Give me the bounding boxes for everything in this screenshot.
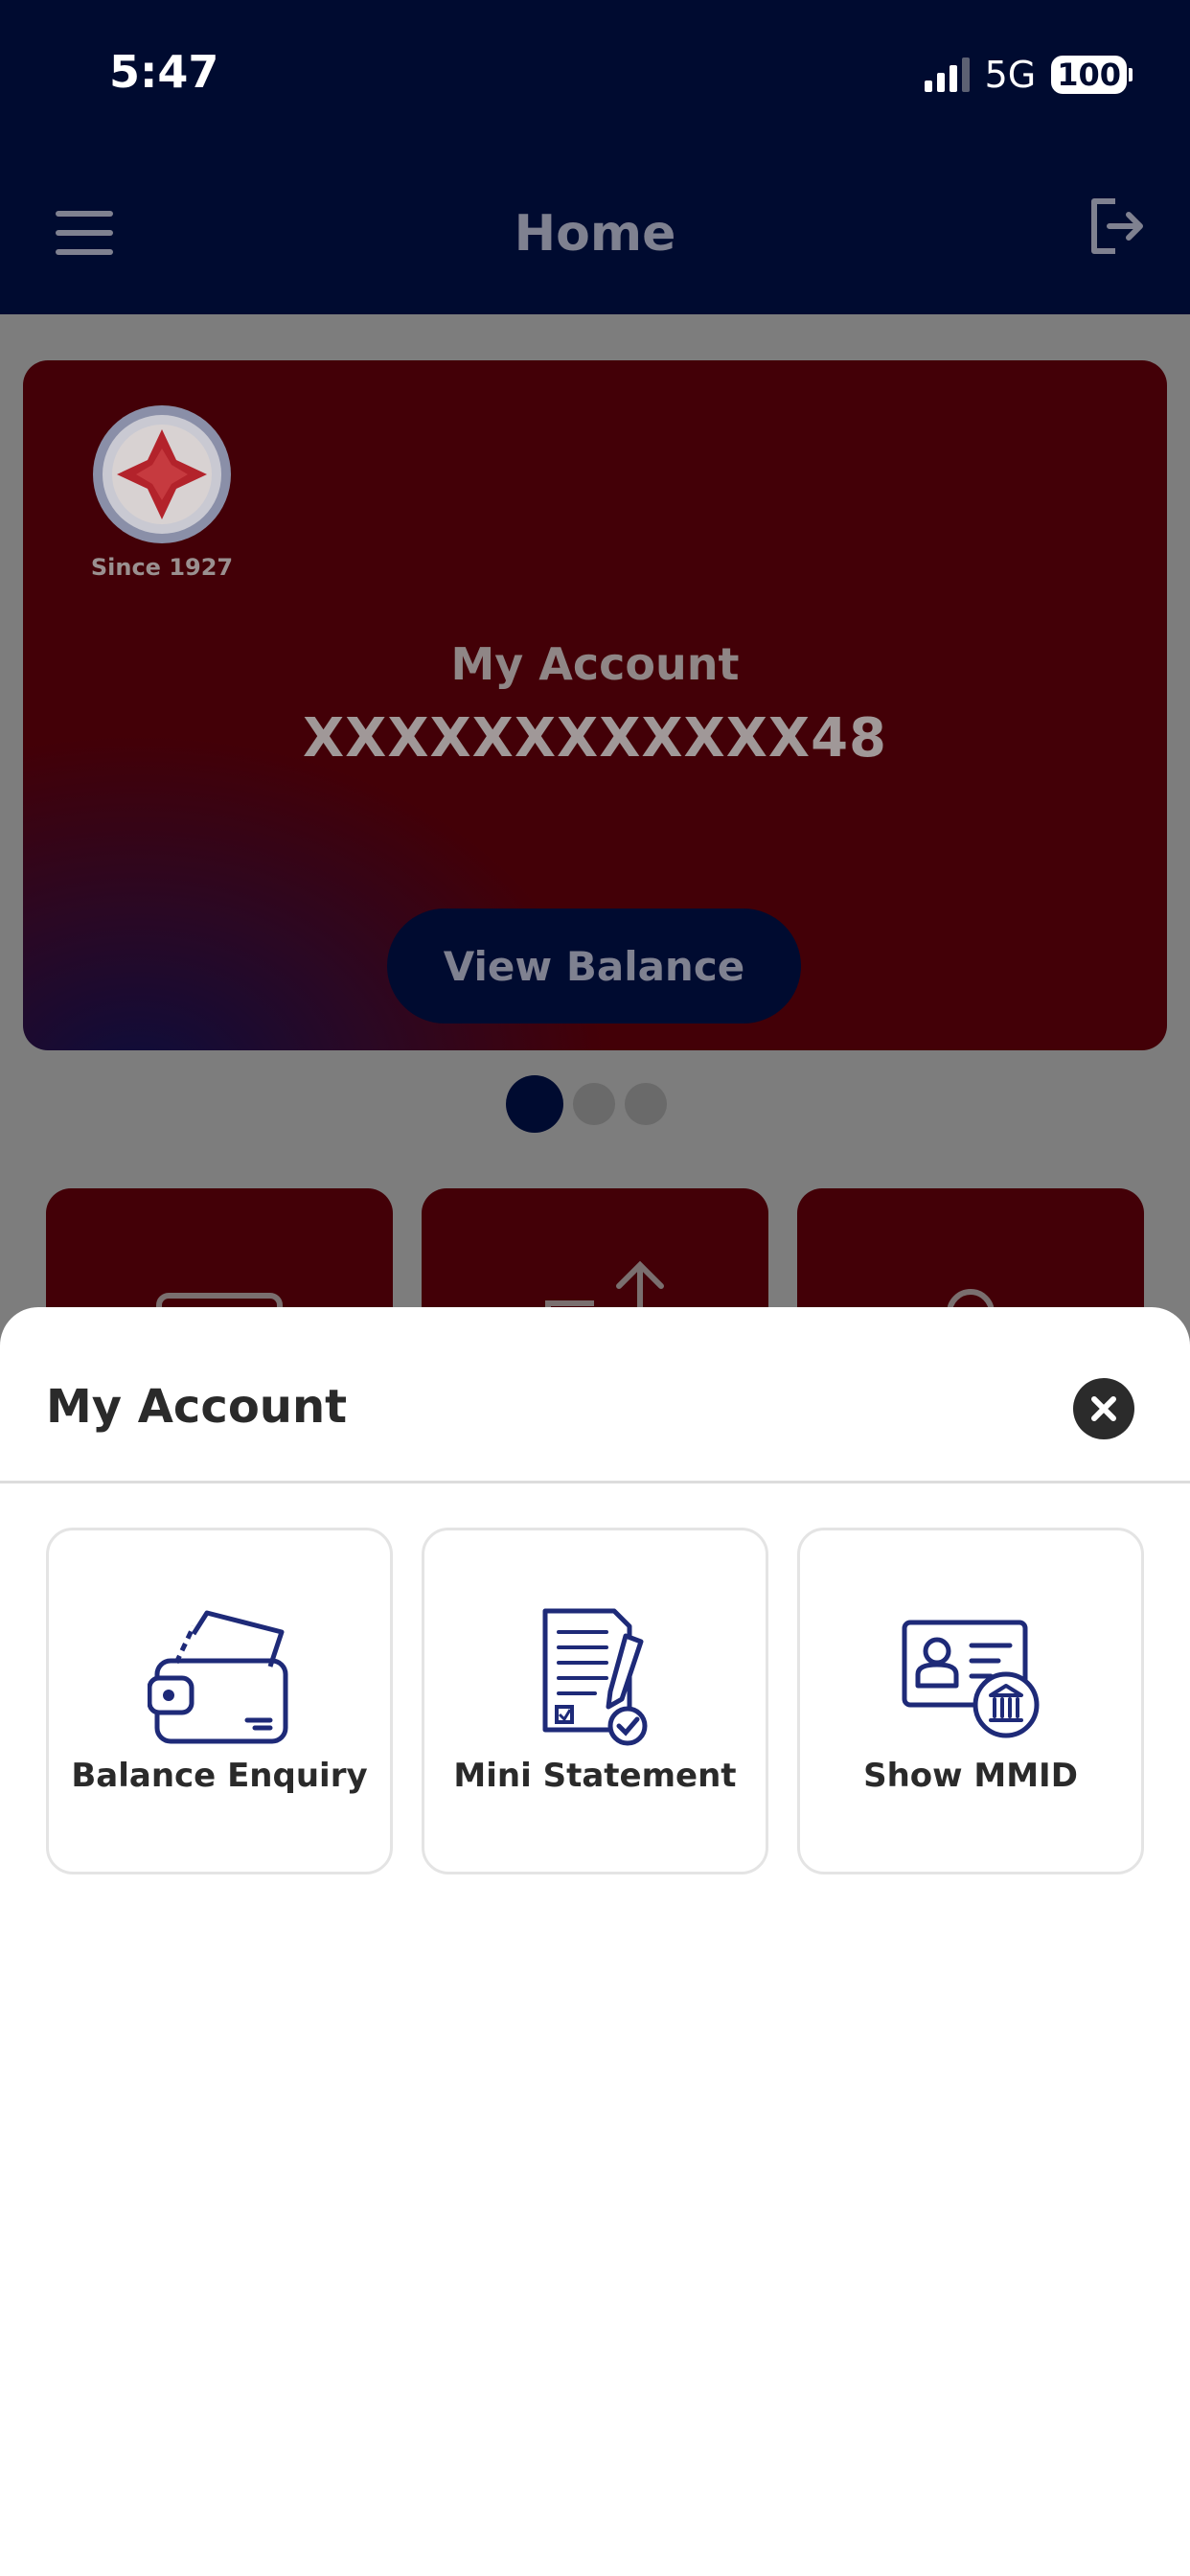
wallet-icon [148, 1610, 288, 1744]
bank-logo: Since 1927 [80, 402, 243, 581]
show-mmid-option[interactable]: Show MMID [797, 1528, 1144, 1874]
pager-dot[interactable] [573, 1083, 615, 1125]
carousel-pager [506, 1075, 667, 1133]
hamburger-menu-icon[interactable] [56, 211, 113, 255]
sheet-title: My Account [46, 1380, 348, 1434]
status-indicators: 5G 100 [924, 54, 1133, 96]
app-header: Home [0, 153, 1190, 314]
account-label: My Account [450, 638, 740, 690]
option-label: Show MMID [863, 1757, 1078, 1795]
account-card[interactable]: Since 1927 My Account XXXXXXXXXXXX48 Vie… [23, 360, 1167, 1050]
signal-icon [924, 58, 970, 92]
statement-icon [542, 1608, 648, 1746]
network-label: 5G [984, 54, 1037, 96]
page-title: Home [514, 205, 676, 263]
logout-icon[interactable] [1087, 196, 1146, 257]
balance-enquiry-option[interactable]: Balance Enquiry [46, 1528, 393, 1874]
option-label: Mini Statement [453, 1757, 737, 1795]
status-time: 5:47 [109, 46, 219, 98]
close-button[interactable] [1073, 1378, 1134, 1439]
option-label: Balance Enquiry [71, 1757, 368, 1795]
account-number: XXXXXXXXXXXX48 [302, 707, 888, 770]
logo-caption: Since 1927 [90, 554, 234, 581]
pager-dot[interactable] [625, 1083, 667, 1125]
bank-seal-icon [93, 405, 231, 543]
battery-level: 100 [1051, 56, 1127, 94]
status-bar: 5:47 5G 100 [0, 0, 1190, 153]
sheet-header: My Account [0, 1307, 1190, 1484]
close-icon [1091, 1396, 1116, 1421]
my-account-sheet: My Account Balance Enquiry Mini Statemen… [0, 1307, 1190, 2576]
view-balance-button[interactable]: View Balance [387, 908, 801, 1024]
battery-icon: 100 [1051, 56, 1133, 94]
pager-dot[interactable] [506, 1075, 563, 1133]
mmid-card-icon [902, 1620, 1040, 1738]
mini-statement-option[interactable]: Mini Statement [422, 1528, 768, 1874]
